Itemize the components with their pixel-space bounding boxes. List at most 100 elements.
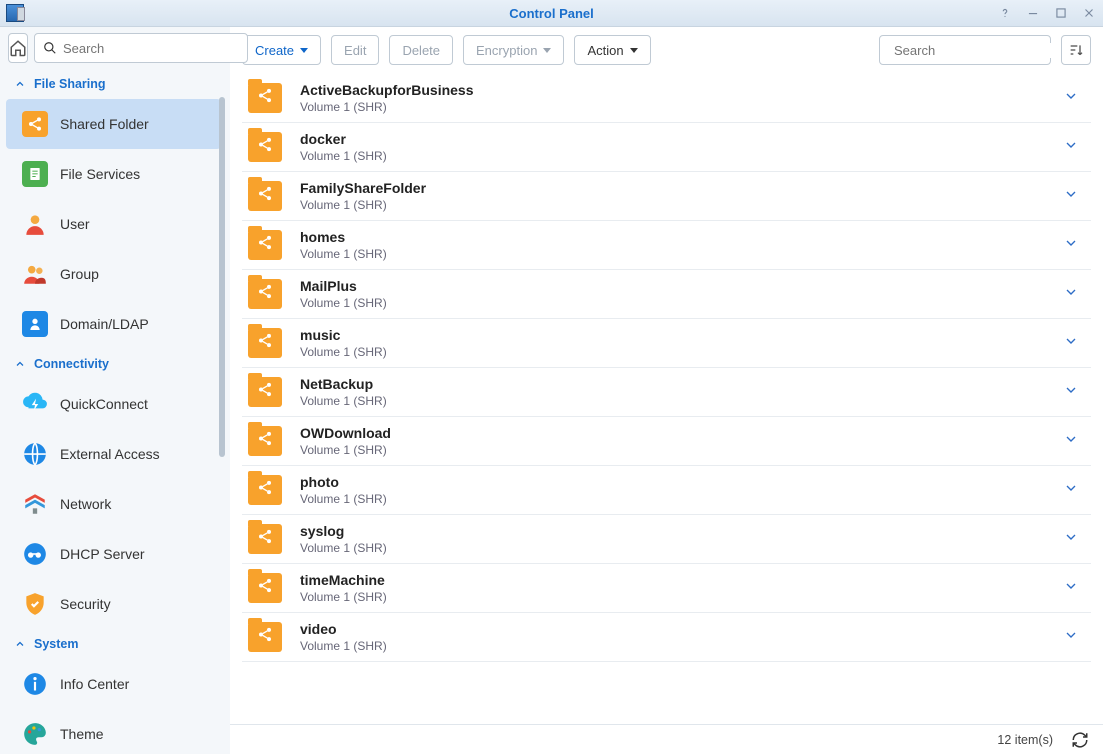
chevron-up-icon (14, 358, 26, 370)
expand-button[interactable] (1063, 333, 1087, 354)
expand-button[interactable] (1063, 627, 1087, 648)
maximize-button[interactable] (1053, 5, 1069, 21)
shared-folder-icon (248, 475, 282, 505)
sidebar-search[interactable] (34, 33, 248, 63)
folder-row[interactable]: homesVolume 1 (SHR) (242, 221, 1091, 270)
sidebar-search-input[interactable] (63, 41, 239, 56)
create-button[interactable]: Create (242, 35, 321, 65)
folder-row[interactable]: dockerVolume 1 (SHR) (242, 123, 1091, 172)
expand-button[interactable] (1063, 284, 1087, 305)
minimize-button[interactable] (1025, 5, 1041, 21)
close-button[interactable] (1081, 5, 1097, 21)
folder-name: FamilyShareFolder (300, 180, 1063, 196)
security-icon (22, 591, 48, 617)
folder-volume: Volume 1 (SHR) (300, 247, 1063, 261)
main-search-input[interactable] (894, 43, 1070, 58)
sidebar-item-label: User (60, 216, 90, 232)
folder-name: syslog (300, 523, 1063, 539)
folder-row[interactable]: OWDownload Volume 1 (SHR) (242, 417, 1091, 466)
folder-row[interactable]: NetBackupVolume 1 (SHR) (242, 368, 1091, 417)
group-label: File Sharing (34, 77, 106, 91)
sidebar-item-domain-ldap[interactable]: Domain/LDAP (6, 299, 221, 349)
shared-folder-icon (248, 132, 282, 162)
sidebar-item-info-center[interactable]: Info Center (6, 659, 221, 709)
folder-row[interactable]: musicVolume 1 (SHR) (242, 319, 1091, 368)
encryption-button[interactable]: Encryption (463, 35, 564, 65)
expand-button[interactable] (1063, 431, 1087, 452)
sidebar-item-file-services[interactable]: File Services (6, 149, 221, 199)
expand-button[interactable] (1063, 529, 1087, 550)
group-icon (22, 261, 48, 287)
chevron-down-icon (300, 48, 308, 53)
edit-button[interactable]: Edit (331, 35, 379, 65)
action-button[interactable]: Action (574, 35, 650, 65)
sidebar-item-network[interactable]: Network (6, 479, 221, 529)
folder-volume: Volume 1 (SHR) (300, 492, 1063, 506)
folder-row[interactable]: MailPlusVolume 1 (SHR) (242, 270, 1091, 319)
help-icon[interactable] (997, 5, 1013, 21)
folder-name: photo (300, 474, 1063, 490)
group-header[interactable]: System (0, 629, 227, 659)
folder-row[interactable]: syslog Volume 1 (SHR) (242, 515, 1091, 564)
group-header[interactable]: File Sharing (0, 69, 227, 99)
shared-folder-icon (248, 230, 282, 260)
main-search[interactable] (879, 35, 1051, 65)
folder-name: ActiveBackupforBusiness (300, 82, 1063, 98)
expand-button[interactable] (1063, 88, 1087, 109)
sidebar-item-label: Group (60, 266, 99, 282)
folder-name: OWDownload (300, 425, 1063, 441)
sidebar-item-external-access[interactable]: External Access (6, 429, 221, 479)
folder-name: video (300, 621, 1063, 637)
folder-row[interactable]: timeMachineVolume 1 (SHR) (242, 564, 1091, 613)
expand-button[interactable] (1063, 137, 1087, 158)
info-center-icon (22, 671, 48, 697)
expand-button[interactable] (1063, 480, 1087, 501)
sidebar-item-label: External Access (60, 446, 160, 462)
window-title: Control Panel (509, 6, 594, 21)
expand-button[interactable] (1063, 578, 1087, 599)
refresh-button[interactable] (1071, 731, 1089, 749)
theme-icon (22, 721, 48, 747)
dhcp-server-icon (22, 541, 48, 567)
sidebar-item-shared-folder[interactable]: Shared Folder (6, 99, 221, 149)
network-icon (22, 491, 48, 517)
domain-ldap-icon (22, 311, 48, 337)
folder-volume: Volume 1 (SHR) (300, 541, 1063, 555)
folder-list: ActiveBackupforBusinessVolume 1 (SHR)doc… (230, 74, 1103, 724)
expand-button[interactable] (1063, 235, 1087, 256)
sidebar-item-security[interactable]: Security (6, 579, 221, 629)
folder-row[interactable]: photo Volume 1 (SHR) (242, 466, 1091, 515)
folder-row[interactable]: videoVolume 1 (SHR) (242, 613, 1091, 662)
sidebar-scrollbar[interactable] (219, 97, 225, 744)
delete-button[interactable]: Delete (389, 35, 453, 65)
folder-name: NetBackup (300, 376, 1063, 392)
sidebar-item-label: File Services (60, 166, 140, 182)
sidebar-item-label: Domain/LDAP (60, 316, 149, 332)
sidebar-item-dhcp-server[interactable]: DHCP Server (6, 529, 221, 579)
chevron-up-icon (14, 638, 26, 650)
sidebar-item-label: Theme (60, 726, 104, 742)
folder-row[interactable]: ActiveBackupforBusinessVolume 1 (SHR) (242, 74, 1091, 123)
folder-row[interactable]: FamilyShareFolderVolume 1 (SHR) (242, 172, 1091, 221)
folder-volume: Volume 1 (SHR) (300, 443, 1063, 457)
expand-button[interactable] (1063, 186, 1087, 207)
sort-button[interactable] (1061, 35, 1091, 65)
group-label: System (34, 637, 78, 651)
main-panel: Create Edit Delete Encryption Action Act… (230, 27, 1103, 754)
external-access-icon (22, 441, 48, 467)
home-button[interactable] (8, 33, 28, 63)
sidebar-item-label: QuickConnect (60, 396, 148, 412)
search-icon (43, 41, 57, 55)
item-count: 12 item(s) (997, 733, 1053, 747)
group-header[interactable]: Connectivity (0, 349, 227, 379)
app-icon (6, 4, 24, 22)
expand-button[interactable] (1063, 382, 1087, 403)
sidebar-item-theme[interactable]: Theme (6, 709, 221, 754)
sidebar-item-quickconnect[interactable]: QuickConnect (6, 379, 221, 429)
shared-folder-icon (248, 83, 282, 113)
shared-folder-icon (248, 377, 282, 407)
sidebar-item-user[interactable]: User (6, 199, 221, 249)
sidebar-item-label: Info Center (60, 676, 129, 692)
sidebar-item-group[interactable]: Group (6, 249, 221, 299)
group-label: Connectivity (34, 357, 109, 371)
